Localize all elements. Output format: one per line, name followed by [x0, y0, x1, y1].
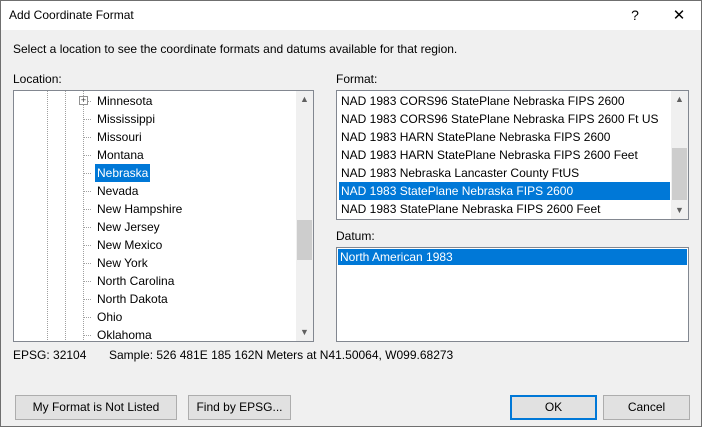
- expand-icon[interactable]: +: [79, 96, 88, 105]
- instruction-text: Select a location to see the coordinate …: [13, 42, 458, 56]
- tree-connector: [84, 137, 91, 138]
- tree-connector: [84, 281, 91, 282]
- scroll-up-icon[interactable]: ▲: [671, 91, 688, 108]
- location-tree-item[interactable]: New Jersey: [95, 218, 162, 236]
- tree-connector: [84, 335, 91, 336]
- tree-connector: [84, 227, 91, 228]
- location-tree-item[interactable]: North Dakota: [95, 290, 170, 308]
- location-tree-item[interactable]: Nebraska: [95, 164, 151, 182]
- scroll-down-icon[interactable]: ▼: [671, 202, 688, 219]
- format-list-item[interactable]: NAD 1983 HARN StatePlane Nebraska FIPS 2…: [339, 146, 670, 164]
- location-tree-item[interactable]: Missouri: [95, 128, 144, 146]
- location-tree[interactable]: + Minnesota Mississippi Missouri Montana Nebr…: [13, 90, 314, 342]
- format-list-item[interactable]: NAD 1983 Nebraska Lancaster County FtUS: [339, 164, 670, 182]
- tree-connector: [84, 155, 91, 156]
- tree-connector: [84, 119, 91, 120]
- location-tree-item[interactable]: Montana: [95, 146, 146, 164]
- sample-coordinates: Sample: 526 481E 185 162N Meters at N41.…: [109, 348, 454, 362]
- format-scroll-thumb[interactable]: [672, 148, 687, 200]
- tree-connector: [84, 173, 91, 174]
- tree-connector: [84, 245, 91, 246]
- tree-connector: [84, 209, 91, 210]
- location-scrollbar[interactable]: ▲ ▼: [296, 91, 313, 341]
- format-list-item[interactable]: NAD 1983 StatePlane Nebraska FIPS 2600 F…: [339, 200, 670, 218]
- scroll-up-icon[interactable]: ▲: [296, 91, 313, 108]
- help-button[interactable]: ?: [613, 1, 657, 30]
- location-scroll-thumb[interactable]: [297, 220, 312, 260]
- scroll-down-icon[interactable]: ▼: [296, 324, 313, 341]
- location-tree-item[interactable]: Oklahoma: [95, 326, 154, 341]
- location-tree-item[interactable]: Minnesota: [95, 92, 154, 110]
- format-list-item[interactable]: NAD 1983 HARN StatePlane Nebraska FIPS 2…: [339, 128, 670, 146]
- cancel-button[interactable]: Cancel: [603, 395, 690, 420]
- location-label: Location:: [13, 72, 62, 86]
- format-list-item[interactable]: NAD 1983 StatePlane Nebraska FIPS 2600: [339, 182, 670, 200]
- tree-connector: [84, 317, 91, 318]
- close-icon: ✕: [672, 7, 686, 24]
- location-tree-item[interactable]: Mississippi: [95, 110, 157, 128]
- location-tree-item[interactable]: Nevada: [95, 182, 140, 200]
- datum-item[interactable]: North American 1983: [338, 249, 687, 265]
- find-by-epsg-button[interactable]: Find by EPSG...: [188, 395, 291, 420]
- format-list[interactable]: NAD 1983 CORS96 StatePlane Nebraska FIPS…: [336, 90, 689, 220]
- location-tree-item[interactable]: Ohio: [95, 308, 124, 326]
- title-bar: Add Coordinate Format ? ✕: [1, 1, 701, 30]
- tree-connector: [84, 299, 91, 300]
- add-coordinate-format-dialog: Add Coordinate Format ? ✕ Select a locat…: [0, 0, 702, 427]
- close-button[interactable]: ✕: [657, 1, 701, 30]
- tree-guide-line: [65, 91, 66, 341]
- format-list-item[interactable]: NAD 1983 CORS96 StatePlane Nebraska FIPS…: [339, 92, 670, 110]
- tree-guide-line: [47, 91, 48, 341]
- location-tree-item[interactable]: North Carolina: [95, 272, 176, 290]
- location-tree-item[interactable]: New Mexico: [95, 236, 164, 254]
- location-tree-item[interactable]: New York: [95, 254, 150, 272]
- datum-list[interactable]: North American 1983: [336, 247, 689, 342]
- format-not-listed-button[interactable]: My Format is Not Listed: [15, 395, 177, 420]
- tree-connector: [84, 263, 91, 264]
- format-label: Format:: [336, 72, 378, 86]
- tree-connector: [84, 191, 91, 192]
- dialog-title: Add Coordinate Format: [9, 8, 134, 22]
- format-scrollbar[interactable]: ▲ ▼: [671, 91, 688, 219]
- format-list-item[interactable]: NAD 1983 CORS96 StatePlane Nebraska FIPS…: [339, 110, 670, 128]
- datum-label: Datum:: [336, 229, 375, 243]
- tree-guide-line: [83, 91, 84, 341]
- epsg-code: EPSG: 32104: [13, 348, 87, 362]
- format-list-item[interactable]: Universal Transverse Mercator (Meters): [339, 218, 670, 219]
- ok-button[interactable]: OK: [510, 395, 597, 420]
- location-tree-item[interactable]: New Hampshire: [95, 200, 184, 218]
